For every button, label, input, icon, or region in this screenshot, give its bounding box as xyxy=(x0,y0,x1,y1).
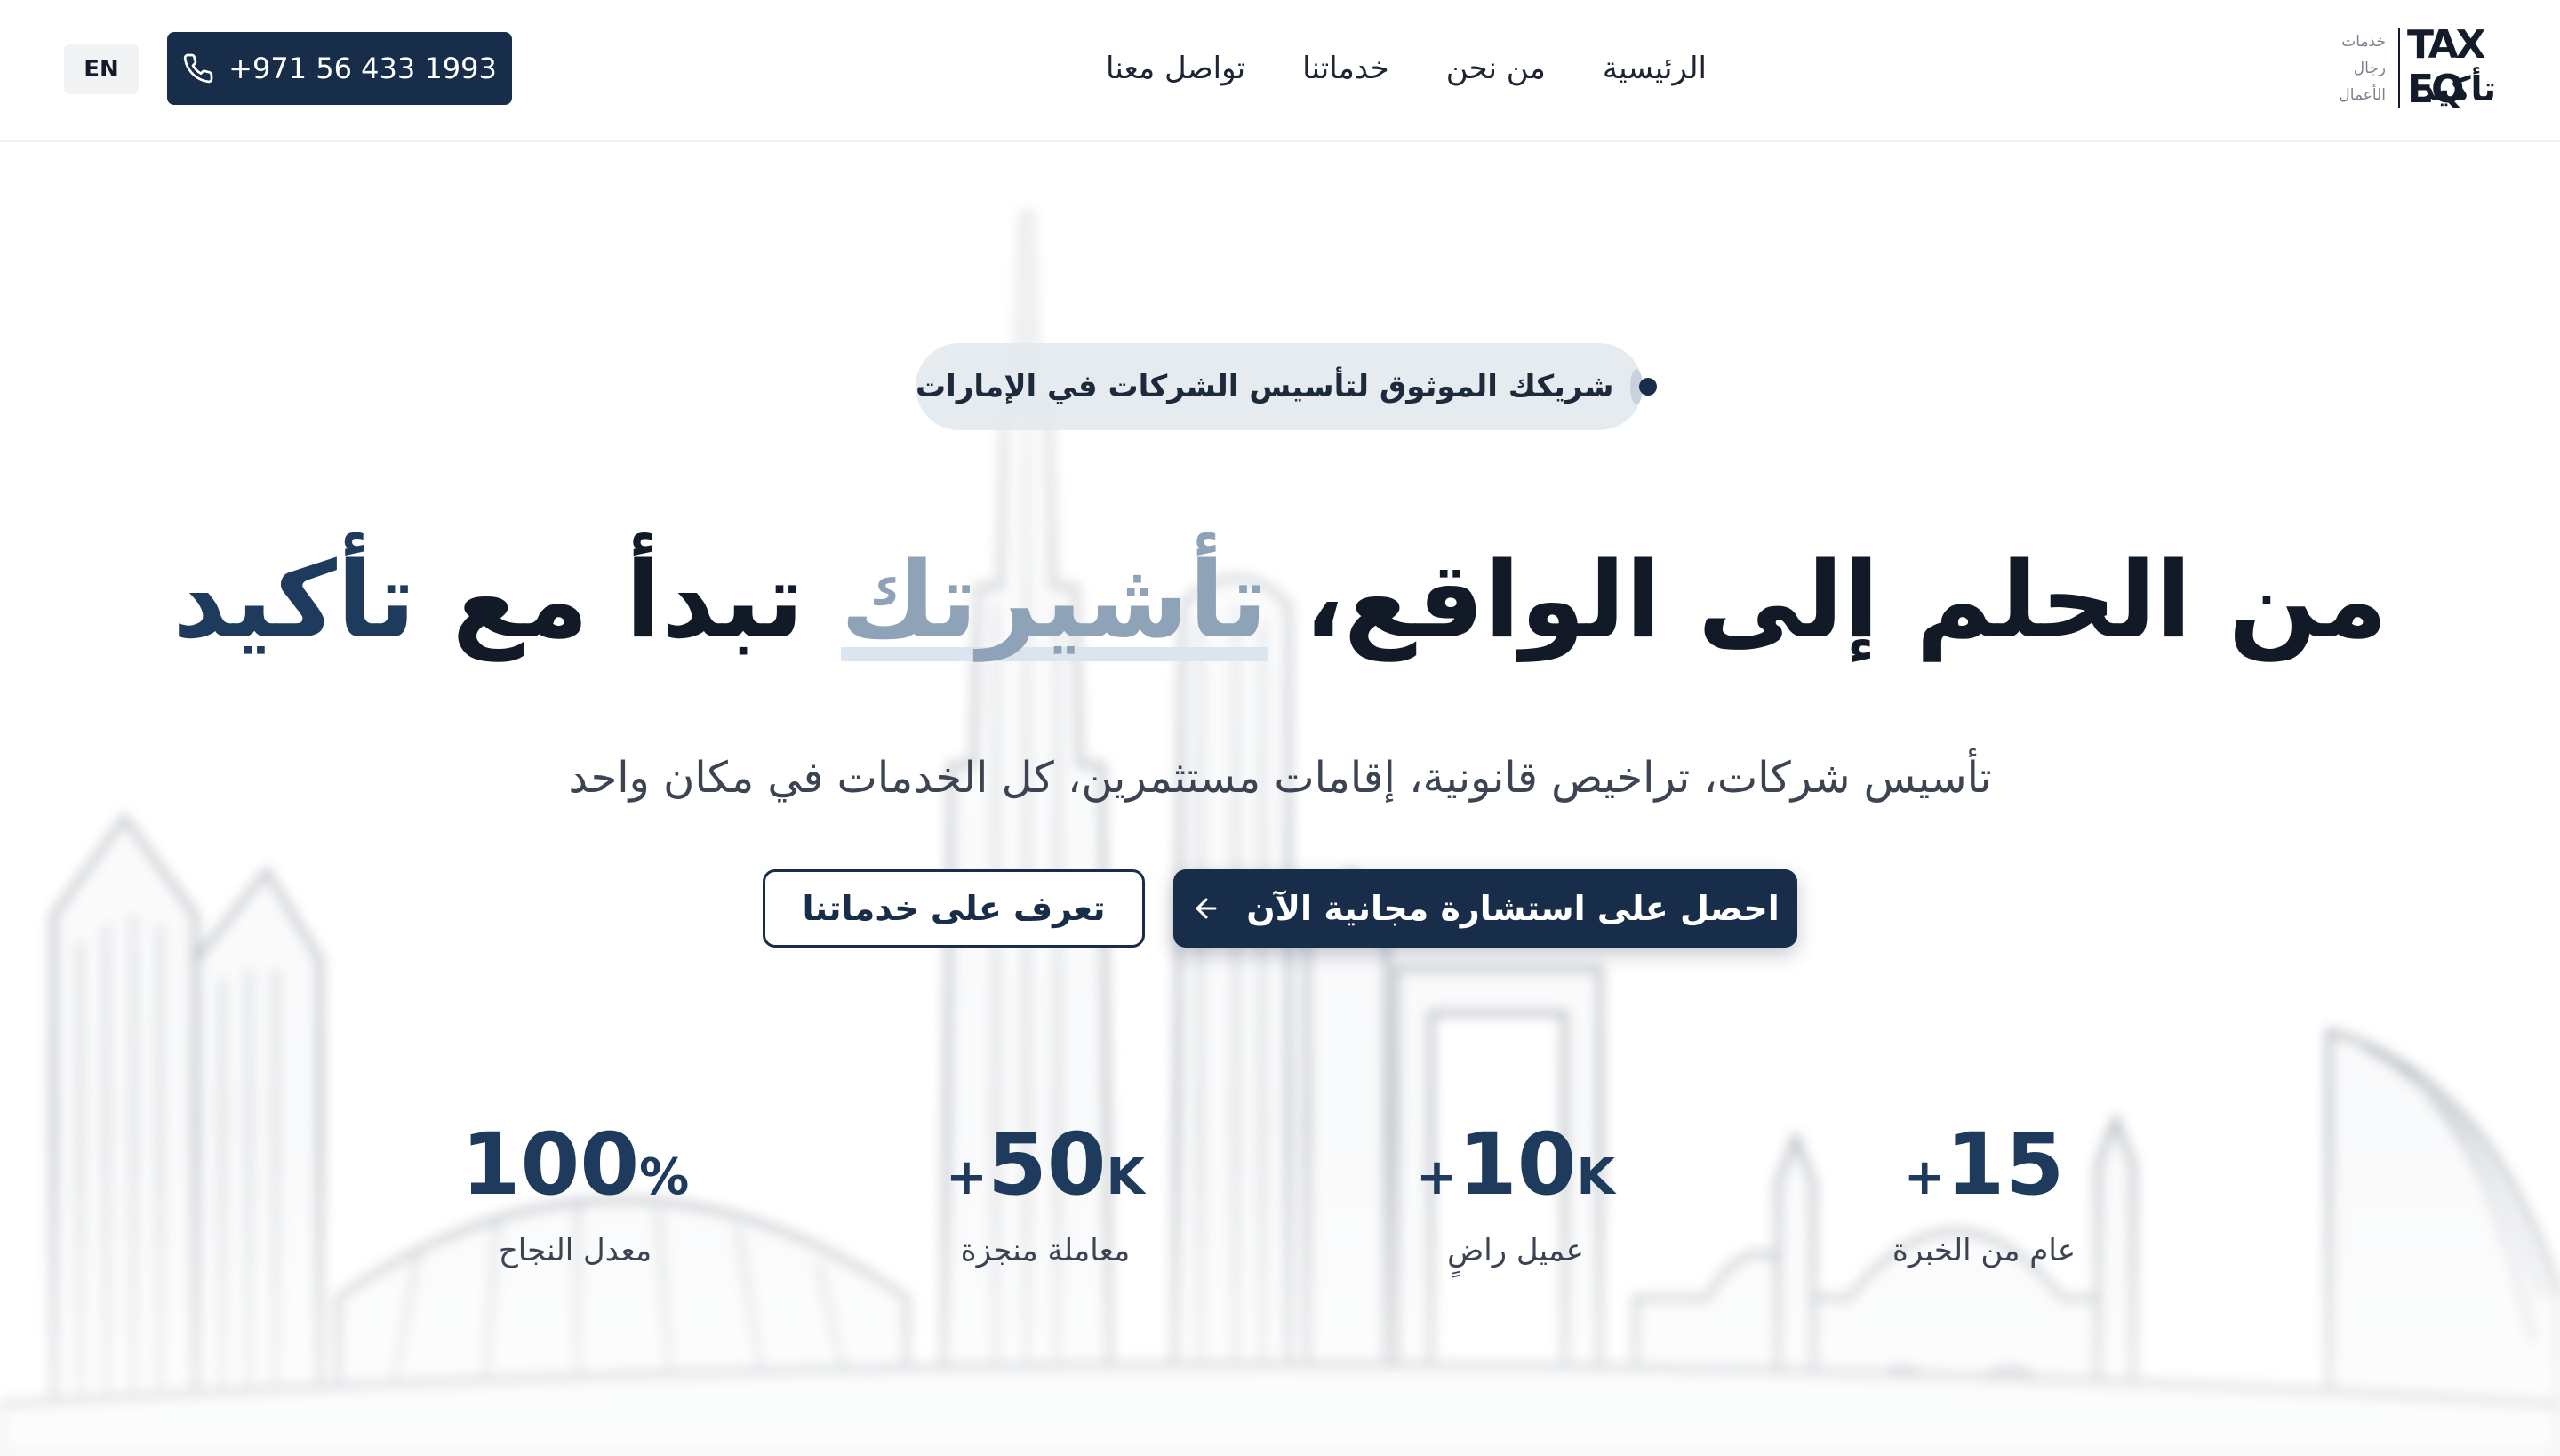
stat-value: +15 xyxy=(1903,1115,2065,1214)
logo-tagline-line: رجال xyxy=(2353,60,2386,77)
logo-tagline-line: خدمات xyxy=(2341,33,2386,51)
brand-logo[interactable]: TAX EQ تأكيد خدمات رجال الأعمال xyxy=(2238,23,2496,112)
logo-tagline-line: الأعمال xyxy=(2339,86,2386,104)
nav-item-home[interactable]: الرئيسية xyxy=(1603,51,1707,86)
hero-badge: شريكك الموثوق لتأسيس الشركات في الإمارات xyxy=(916,343,1656,430)
cta-primary-label: احصل على استشارة مجانية الآن xyxy=(1246,889,1780,928)
language-toggle[interactable]: EN xyxy=(64,44,139,94)
stat-transactions: +50K معاملة منجزة xyxy=(912,1111,1179,1268)
stat-value: +10K xyxy=(1416,1115,1615,1214)
arrow-left-icon xyxy=(1196,898,1217,919)
stat-label: عام من الخبرة xyxy=(1892,1233,2076,1268)
stat-label: معاملة منجزة xyxy=(960,1233,1131,1268)
phone-icon xyxy=(183,53,213,84)
stat-experience: +15 عام من الخبرة xyxy=(1851,1111,2117,1268)
nav-item-services[interactable]: خدماتنا xyxy=(1302,51,1389,86)
our-services-button[interactable]: تعرف على خدماتنا xyxy=(763,869,1145,948)
stat-label: معدل النجاح xyxy=(498,1233,652,1268)
logo-mark: TAX EQ تأكيد xyxy=(2407,23,2496,112)
free-consultation-button[interactable]: احصل على استشارة مجانية الآن xyxy=(1173,869,1797,948)
headline-highlight: تأشيرتك xyxy=(840,539,1268,661)
headline-brand: تأكيد xyxy=(172,539,416,661)
stat-value: 100% xyxy=(460,1115,690,1214)
nav-item-about[interactable]: من نحن xyxy=(1446,51,1546,86)
hero-headline: من الحلم إلى الواقع، تأشيرتك تبدأ مع تأك… xyxy=(0,520,2560,680)
main-nav: الرئيسية من نحن خدماتنا تواصل معنا xyxy=(1067,44,1707,92)
logo-divider xyxy=(2398,28,2400,108)
site-header: TAX EQ تأكيد خدمات رجال الأعمال الرئيسية… xyxy=(0,0,2560,142)
hero-subtitle: تأسيس شركات، تراخيص قانونية، إقامات مستث… xyxy=(568,753,1992,803)
badge-text: شريكك الموثوق لتأسيس الشركات في الإمارات xyxy=(916,369,1614,404)
stat-clients: +10K عميل راضٍ xyxy=(1382,1111,1649,1268)
headline-part-1: من الحلم إلى الواقع، xyxy=(1267,539,2388,661)
logo-tagline: خدمات رجال الأعمال xyxy=(2235,28,2386,108)
cta-secondary-label: تعرف على خدماتنا xyxy=(802,889,1106,928)
hero-section: شريكك الموثوق لتأسيس الشركات في الإمارات… xyxy=(0,142,2560,1456)
stat-value: +50K xyxy=(946,1115,1145,1214)
phone-button[interactable]: +971 56 433 1993 xyxy=(167,32,512,105)
badge-dot-icon xyxy=(1629,369,1656,404)
phone-number: +971 56 433 1993 xyxy=(228,52,497,85)
stat-label: عميل راضٍ xyxy=(1447,1233,1584,1268)
nav-item-contact[interactable]: تواصل معنا xyxy=(1106,51,1245,86)
headline-part-2: تبدأ مع xyxy=(415,539,841,661)
stat-success-rate: 100% معدل النجاح xyxy=(442,1111,708,1268)
logo-arabic-text: تأكيد xyxy=(2417,69,2496,108)
